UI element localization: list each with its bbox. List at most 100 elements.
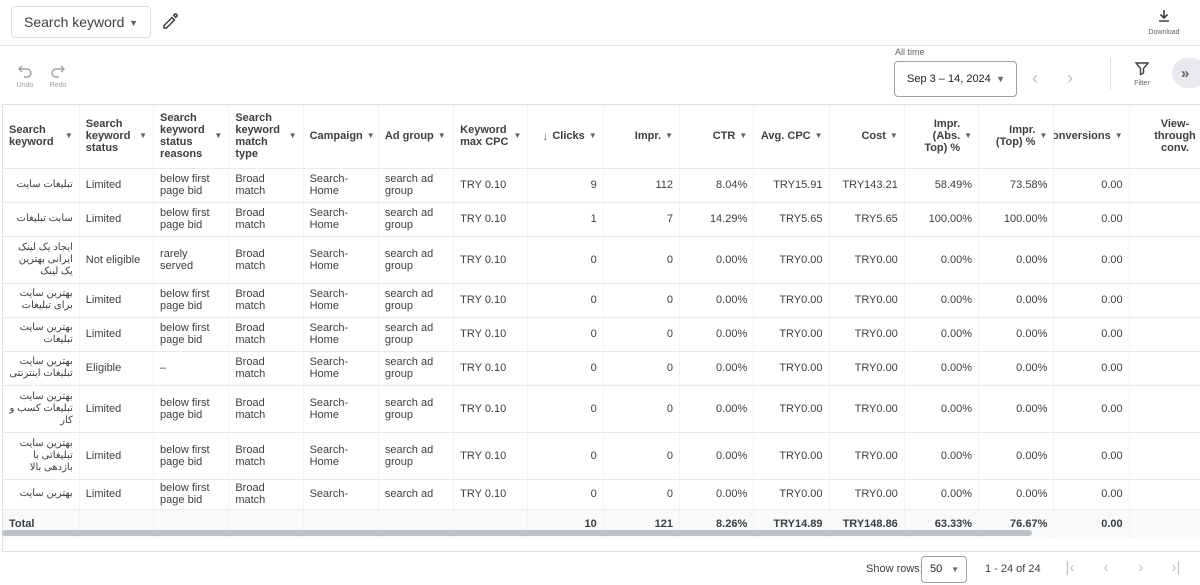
- table-cell: 0.00%: [679, 385, 755, 433]
- table-cell: Search-Home: [303, 317, 379, 352]
- table-cell: Limited: [79, 317, 155, 352]
- column-header[interactable]: Keyword max CPC ▼: [453, 105, 529, 169]
- table-row[interactable]: ایجاد یک لینک ایرانی بهترین یک لینک Not e…: [3, 236, 1200, 284]
- chevron-down-icon: ▼: [129, 18, 138, 28]
- column-header[interactable]: Impr. (Top) % ▼: [978, 105, 1055, 169]
- table-cell: Broad match: [228, 351, 304, 386]
- horizontal-scrollbar-track[interactable]: [2, 538, 1198, 550]
- table-row[interactable]: بهترین سایت تبلیغات کسب و کار Limited belo…: [3, 385, 1200, 433]
- table-cell: [1129, 351, 1200, 386]
- keywords-table: Search keyword ▼ Search keyword status ▼ S…: [2, 104, 1200, 552]
- table-cell: Search-Home: [303, 432, 379, 480]
- table-cell: TRY0.00: [753, 283, 830, 318]
- table-row[interactable]: سایت تبلیغات Limited below first page bid B…: [3, 202, 1200, 237]
- column-header-label: View-through conv.: [1154, 118, 1196, 155]
- table-cell: TRY0.00: [829, 385, 905, 433]
- column-header[interactable]: Search keyword ▼: [3, 105, 80, 169]
- table-cell: Search-: [303, 479, 379, 510]
- chevron-left-icon[interactable]: ‹: [1096, 559, 1116, 579]
- column-header[interactable]: Avg. CPC ▼: [753, 105, 830, 169]
- table-row[interactable]: بهترین سایت تبلیغات Limited below first pa…: [3, 317, 1200, 352]
- table-cell: سایت تبلیغات: [3, 202, 80, 237]
- table-cell: Limited: [79, 283, 155, 318]
- table-cell: بهترین سایت تبلیغات: [3, 317, 80, 352]
- table-cell: 0: [603, 283, 680, 318]
- last-page-icon[interactable]: ›|: [1166, 559, 1186, 579]
- table-cell: 0.00%: [904, 351, 980, 386]
- column-header[interactable]: CTR ▼: [679, 105, 755, 169]
- table-cell: below first page bid: [153, 479, 230, 510]
- sort-arrow-icon: ▼: [139, 131, 148, 141]
- date-range-picker[interactable]: Sep 3 – 14, 2024 ▼: [894, 61, 1017, 97]
- table-cell: Eligible: [79, 351, 155, 386]
- chevron-right-icon[interactable]: ›: [1059, 68, 1081, 90]
- chevron-left-icon[interactable]: ‹: [1024, 68, 1046, 90]
- download-button[interactable]: Download: [1143, 8, 1185, 40]
- column-header[interactable]: Impr. ▼: [603, 105, 680, 169]
- table-cell: search ad: [378, 479, 455, 510]
- table-cell: Limited: [79, 479, 155, 510]
- column-header[interactable]: Search keyword status ▼: [79, 105, 155, 169]
- table-cell: 0.00%: [679, 351, 755, 386]
- total-cell: [1129, 509, 1200, 539]
- table-cell: TRY5.65: [753, 202, 830, 237]
- table-cell: Broad match: [228, 236, 304, 284]
- table-cell: 0.00%: [904, 283, 980, 318]
- table-cell: 0.00: [1053, 385, 1130, 433]
- column-header-label: Search keyword: [9, 124, 54, 149]
- table-cell: [1129, 202, 1200, 237]
- column-header[interactable]: Search keyword match type ▼: [228, 105, 304, 169]
- keyword-view-select[interactable]: Search keyword ▼: [11, 6, 151, 38]
- table-cell: Limited: [79, 432, 155, 480]
- table-cell: below first page bid: [153, 385, 230, 433]
- table-cell: [1129, 432, 1200, 480]
- table-cell: 1: [527, 202, 604, 237]
- filter-button[interactable]: Filter: [1127, 60, 1157, 87]
- column-header[interactable]: Cost ▼: [829, 105, 905, 169]
- undo-button[interactable]: Undo: [14, 64, 36, 89]
- column-header[interactable]: Campaign ▼: [303, 105, 379, 169]
- table-cell: Search-Home: [303, 351, 379, 386]
- horizontal-scrollbar-thumb[interactable]: [2, 530, 1032, 536]
- column-header[interactable]: Ad group ▼: [378, 105, 455, 169]
- table-row[interactable]: تبلیغات سایت Limited below first page bid B…: [3, 168, 1200, 203]
- column-header[interactable]: Impr. (Abs. Top) % ▼: [904, 105, 980, 169]
- chevron-right-icon[interactable]: ›: [1131, 559, 1151, 579]
- date-caption: All time: [895, 47, 925, 57]
- redo-button[interactable]: Redo: [47, 64, 69, 89]
- table-row[interactable]: بهترین سایت Limited below first page bid Br…: [3, 479, 1200, 510]
- table-cell: 0.00%: [679, 479, 755, 510]
- sort-arrow-icon: ▼: [814, 131, 823, 141]
- table-cell: Broad match: [228, 432, 304, 480]
- table-cell: Search-Home: [303, 236, 379, 284]
- table-cell: 0.00%: [978, 385, 1055, 433]
- table-cell: بهترین سایت تبلیغاتی با بازدهی بالا: [3, 432, 80, 480]
- table-cell: TRY143.21: [829, 168, 905, 203]
- arrow-down-icon: ↓: [542, 129, 549, 144]
- table-cell: Broad match: [228, 385, 304, 433]
- pencil-icon[interactable]: [160, 11, 182, 33]
- table-cell: TRY 0.10: [453, 432, 529, 480]
- show-rows-label: Show rows:: [866, 563, 923, 575]
- table-row[interactable]: بهترین سایت تبلیغاتی با بازدهی بالا Limit…: [3, 432, 1200, 480]
- download-label: Download: [1148, 29, 1180, 36]
- table-cell: TRY 0.10: [453, 202, 529, 237]
- table-cell: TRY0.00: [829, 479, 905, 510]
- column-header-label: Impr.: [634, 130, 662, 143]
- table-cell: ایجاد یک لینک ایرانی بهترین یک لینک: [3, 236, 80, 284]
- table-cell: Broad match: [228, 283, 304, 318]
- table-cell: –: [153, 351, 230, 386]
- column-header[interactable]: onversions ▼: [1053, 105, 1130, 169]
- keyword-view-select-label: Search keyword: [24, 14, 125, 30]
- table-row[interactable]: بهترین سایت برای تبلیغات Limited below fir…: [3, 283, 1200, 318]
- table-cell: 0.00: [1053, 317, 1130, 352]
- table-row[interactable]: بهترین سایت تبلیغات اینترنتی Eligible – Bro…: [3, 351, 1200, 386]
- first-page-icon[interactable]: |‹: [1060, 559, 1080, 579]
- column-header[interactable]: View-through conv.: [1129, 105, 1200, 169]
- table-cell: below first page bid: [153, 283, 230, 318]
- rows-per-page-select[interactable]: 50 ▼: [921, 556, 967, 583]
- expand-panel-button[interactable]: »: [1172, 58, 1200, 88]
- column-header-clicks[interactable]: ↓ Clicks ▼: [527, 105, 604, 169]
- table-cell: 0.00%: [978, 479, 1055, 510]
- column-header[interactable]: Search keyword status reasons ▼: [153, 105, 230, 169]
